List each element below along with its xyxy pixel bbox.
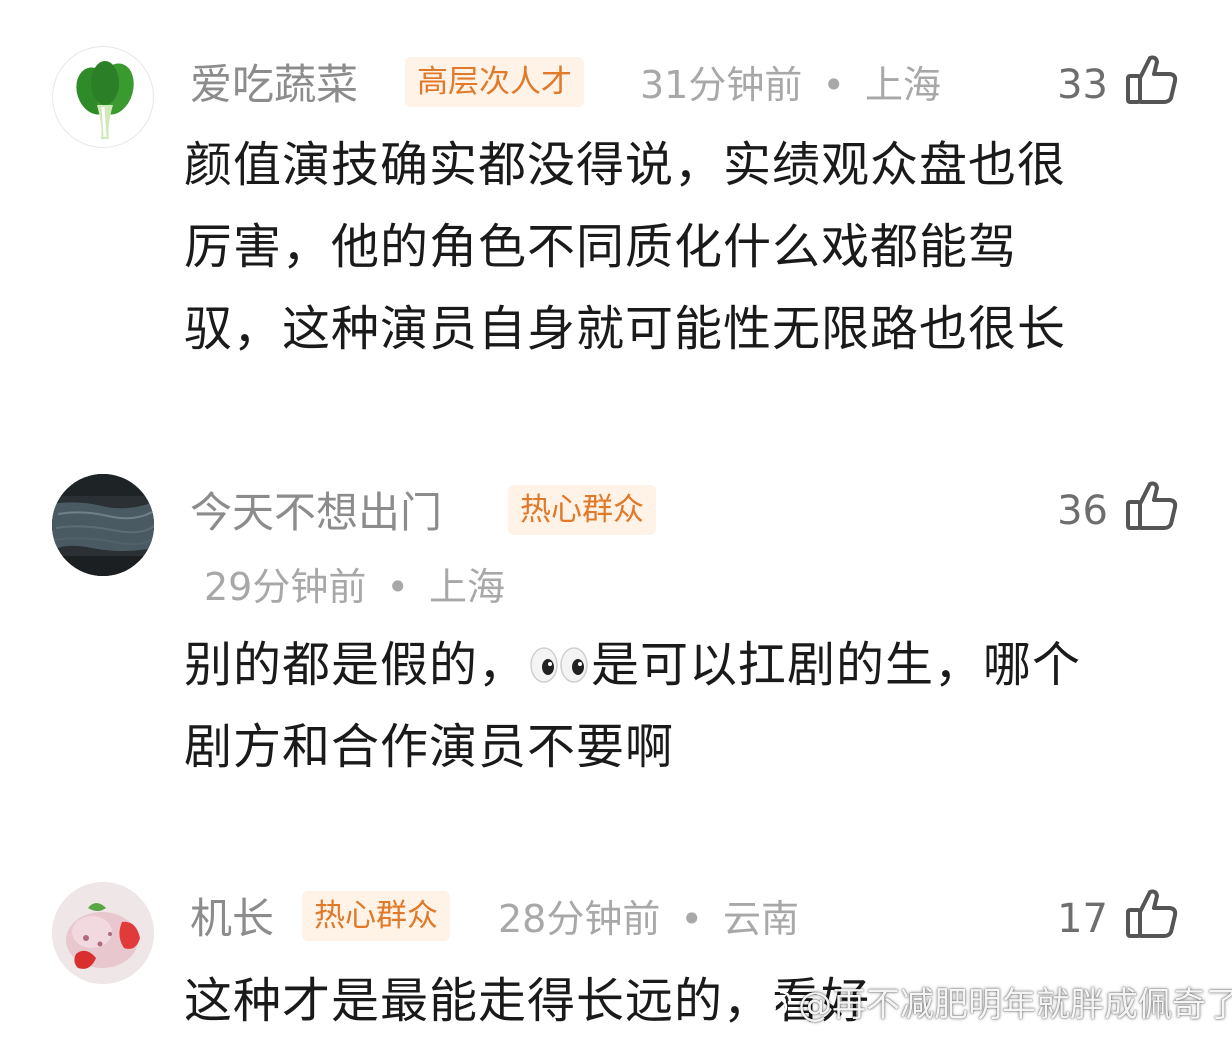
- comment-line: 剧方和合作演员不要啊: [184, 719, 675, 775]
- meta-separator: •: [822, 63, 845, 107]
- eyes-emoji-icon: [529, 628, 589, 683]
- avatar[interactable]: [52, 882, 154, 984]
- meta-separator: •: [386, 565, 409, 609]
- comment-segment: 是可以扛剧的生，哪个: [591, 637, 1082, 693]
- comment-time: 31分钟前: [640, 63, 803, 107]
- thumbs-up-icon: [1126, 889, 1178, 938]
- comment-line: 颜值演技确实都没得说，实绩观众盘也很: [184, 137, 1067, 193]
- comment-line: 厉害，他的角色不同质化什么戏都能驾: [184, 219, 1018, 275]
- like-button[interactable]: [1124, 478, 1180, 534]
- like-count: 33: [1057, 62, 1108, 108]
- comment-meta: 28分钟前 • 云南: [498, 894, 799, 944]
- comment-location: 云南: [722, 897, 799, 941]
- comment-text: 别的都是假的， 是可以扛剧的生，哪个 剧方和合作演员不要啊: [184, 624, 1194, 788]
- dark-texture-avatar: [52, 474, 154, 576]
- ice-cream-strawberry-avatar: [52, 882, 154, 984]
- comment-time: 29分钟前: [204, 565, 367, 609]
- user-badge: 热心群众: [508, 485, 656, 535]
- thumbs-up-icon: [1126, 481, 1178, 530]
- like-count: 17: [1057, 896, 1108, 942]
- username[interactable]: 爱吃蔬菜: [190, 60, 358, 110]
- comment-location: 上海: [864, 63, 941, 107]
- comment-segment: 别的都是假的，: [184, 637, 528, 693]
- like-button[interactable]: [1124, 52, 1180, 108]
- comment-text: 颜值演技确实都没得说，实绩观众盘也很 厉害，他的角色不同质化什么戏都能驾 驭，这…: [184, 124, 1194, 370]
- username[interactable]: 今天不想出门: [190, 488, 442, 538]
- comment-line: 别的都是假的， 是可以扛剧的生，哪个: [184, 624, 1194, 706]
- avatar[interactable]: [52, 474, 154, 576]
- user-badge: 高层次人才: [405, 57, 584, 107]
- comment-meta: 29分钟前 • 上海: [204, 562, 505, 612]
- watermark-text: @再不减肥明年就胖成佩奇了: [798, 985, 1232, 1025]
- weibo-logo-icon: [752, 984, 794, 1020]
- username[interactable]: 机长: [190, 894, 274, 944]
- thumbs-up-icon: [1126, 55, 1178, 104]
- like-count: 36: [1057, 488, 1108, 534]
- comment-meta: 31分钟前 • 上海: [640, 60, 941, 110]
- watermark: @再不减肥明年就胖成佩奇了: [752, 980, 1232, 1030]
- like-button[interactable]: [1124, 886, 1180, 942]
- user-badge: 热心群众: [302, 891, 450, 941]
- comment-location: 上海: [428, 565, 505, 609]
- comment-line: 驭，这种演员自身就可能性无限路也很长: [184, 301, 1067, 357]
- avatar[interactable]: [52, 46, 154, 148]
- meta-separator: •: [680, 897, 703, 941]
- comment-time: 28分钟前: [498, 897, 661, 941]
- bok-choy-icon: [76, 61, 134, 139]
